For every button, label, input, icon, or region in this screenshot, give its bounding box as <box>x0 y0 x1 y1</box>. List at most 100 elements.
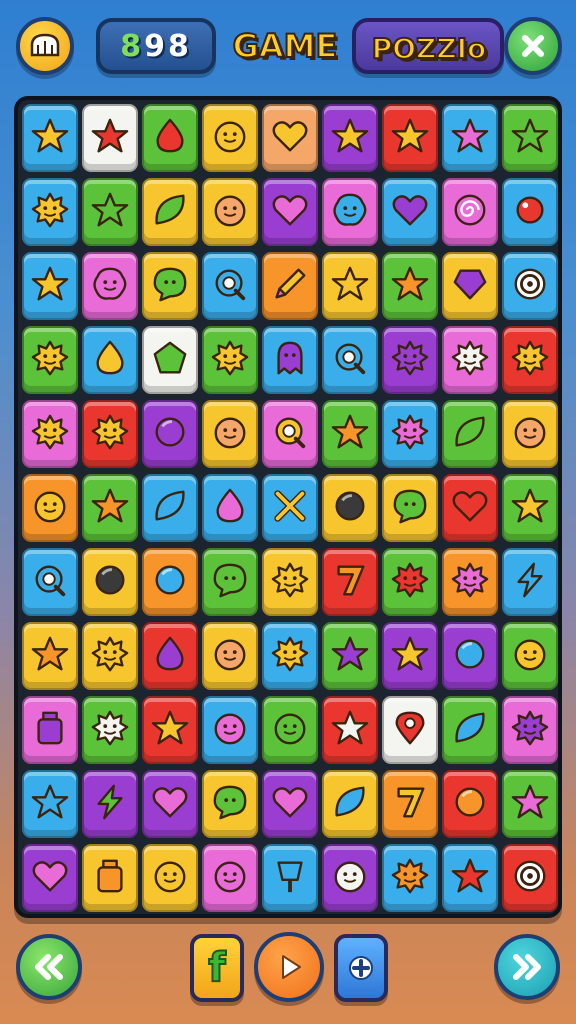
tile[interactable] <box>82 326 138 394</box>
tile[interactable] <box>82 548 138 616</box>
tile[interactable] <box>202 326 258 394</box>
tile[interactable] <box>262 696 318 764</box>
play-button[interactable] <box>254 932 324 1002</box>
tile[interactable] <box>322 844 378 912</box>
tile[interactable] <box>22 474 78 542</box>
tile[interactable] <box>442 474 498 542</box>
tile[interactable] <box>442 178 498 246</box>
tile[interactable] <box>502 104 558 172</box>
tile[interactable] <box>442 326 498 394</box>
tile[interactable] <box>142 400 198 468</box>
tile[interactable] <box>202 696 258 764</box>
tile[interactable] <box>22 548 78 616</box>
tile[interactable] <box>262 844 318 912</box>
plus-button[interactable] <box>334 934 388 1002</box>
tile[interactable] <box>322 400 378 468</box>
tile[interactable] <box>442 104 498 172</box>
tile[interactable] <box>382 252 438 320</box>
tile[interactable] <box>262 474 318 542</box>
tile[interactable] <box>382 400 438 468</box>
tile[interactable] <box>382 178 438 246</box>
next-button[interactable] <box>494 934 560 1000</box>
tile[interactable] <box>442 252 498 320</box>
tile[interactable] <box>82 104 138 172</box>
tile[interactable] <box>262 178 318 246</box>
tile[interactable] <box>142 178 198 246</box>
tile[interactable] <box>382 326 438 394</box>
tile[interactable] <box>442 844 498 912</box>
tile[interactable] <box>322 548 378 616</box>
tile[interactable] <box>22 770 78 838</box>
tile[interactable] <box>142 252 198 320</box>
tile[interactable] <box>322 252 378 320</box>
tile[interactable] <box>142 696 198 764</box>
tile[interactable] <box>442 622 498 690</box>
tile[interactable] <box>22 252 78 320</box>
tile[interactable] <box>382 548 438 616</box>
tile[interactable] <box>202 770 258 838</box>
tile[interactable] <box>82 622 138 690</box>
tile[interactable] <box>262 770 318 838</box>
tile[interactable] <box>202 548 258 616</box>
tile[interactable] <box>22 178 78 246</box>
close-button[interactable] <box>504 17 562 75</box>
f-button[interactable]: f <box>190 934 244 1002</box>
tile[interactable] <box>322 474 378 542</box>
tile[interactable] <box>22 622 78 690</box>
tile[interactable] <box>382 622 438 690</box>
tile[interactable] <box>322 178 378 246</box>
tile[interactable] <box>202 474 258 542</box>
tile[interactable] <box>22 844 78 912</box>
tile[interactable] <box>502 548 558 616</box>
tile[interactable] <box>142 770 198 838</box>
tile[interactable] <box>502 696 558 764</box>
tile[interactable] <box>202 252 258 320</box>
tile[interactable] <box>382 474 438 542</box>
tile[interactable] <box>142 326 198 394</box>
tile[interactable] <box>82 400 138 468</box>
tile[interactable] <box>262 400 318 468</box>
tile[interactable] <box>442 400 498 468</box>
tile[interactable] <box>322 696 378 764</box>
tile[interactable] <box>262 326 318 394</box>
tile[interactable] <box>142 104 198 172</box>
tile[interactable] <box>502 178 558 246</box>
tile[interactable] <box>322 326 378 394</box>
tile[interactable] <box>502 252 558 320</box>
home-button[interactable] <box>16 17 74 75</box>
tile[interactable] <box>82 696 138 764</box>
tile[interactable] <box>322 770 378 838</box>
tile[interactable] <box>502 844 558 912</box>
tile[interactable] <box>82 844 138 912</box>
tile[interactable] <box>502 326 558 394</box>
tile[interactable] <box>82 178 138 246</box>
previous-button[interactable] <box>16 934 82 1000</box>
tile[interactable] <box>22 696 78 764</box>
tile[interactable] <box>202 622 258 690</box>
tile[interactable] <box>202 104 258 172</box>
tile[interactable] <box>202 178 258 246</box>
tile[interactable] <box>142 548 198 616</box>
tile[interactable] <box>22 326 78 394</box>
tile[interactable] <box>82 770 138 838</box>
tile[interactable] <box>262 252 318 320</box>
tile[interactable] <box>442 696 498 764</box>
tile[interactable] <box>382 770 438 838</box>
tile[interactable] <box>382 844 438 912</box>
tile[interactable] <box>502 622 558 690</box>
tile[interactable] <box>322 622 378 690</box>
tile[interactable] <box>502 474 558 542</box>
tile[interactable] <box>82 252 138 320</box>
tile[interactable] <box>202 844 258 912</box>
tile[interactable] <box>202 400 258 468</box>
tile[interactable] <box>442 548 498 616</box>
tile[interactable] <box>22 104 78 172</box>
tile[interactable] <box>262 104 318 172</box>
tile[interactable] <box>262 622 318 690</box>
tile[interactable] <box>382 104 438 172</box>
tile[interactable] <box>142 622 198 690</box>
tile[interactable] <box>262 548 318 616</box>
tile[interactable] <box>442 770 498 838</box>
tile[interactable] <box>142 844 198 912</box>
tile[interactable] <box>502 770 558 838</box>
